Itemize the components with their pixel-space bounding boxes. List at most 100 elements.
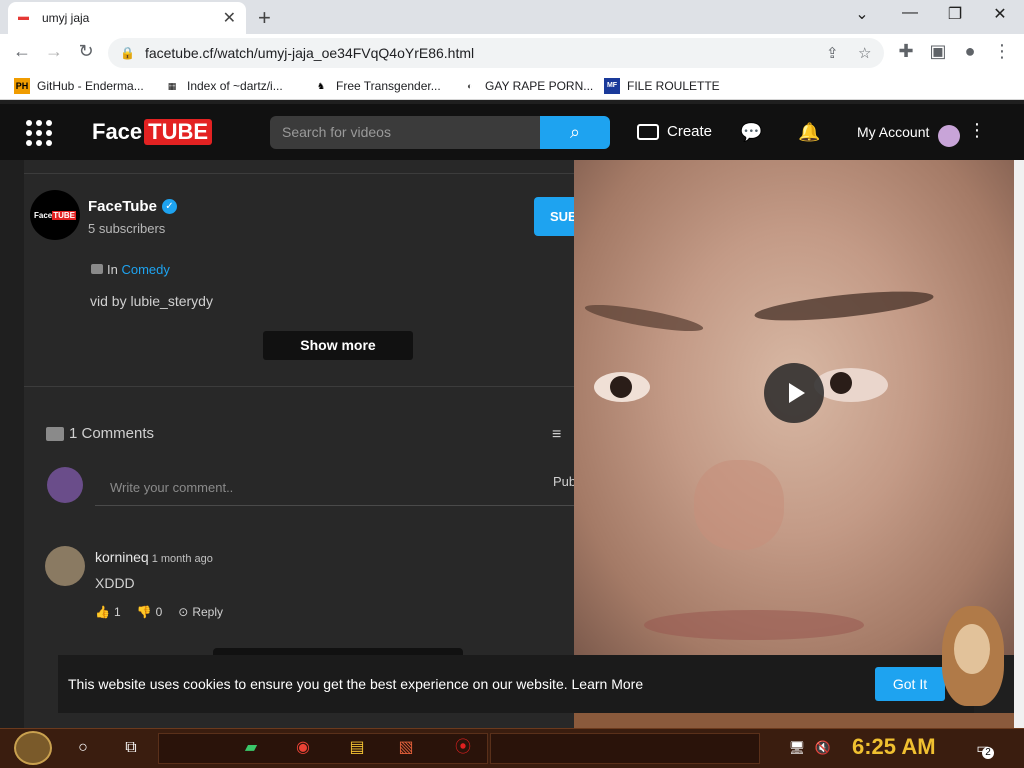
profile-icon[interactable]: ●: [958, 41, 982, 62]
chat-app-icon[interactable]: ▰: [240, 737, 262, 759]
file-explorer-icon[interactable]: ▤: [346, 737, 368, 759]
apps-grid-icon[interactable]: [26, 120, 52, 146]
publish-button[interactable]: Pub: [553, 474, 576, 489]
dislike-count: 0: [155, 605, 163, 619]
bookmark-item[interactable]: ▦ Index of ~dartz/i...: [164, 78, 283, 94]
taskbar-empty: [490, 733, 760, 764]
task-view-icon[interactable]: ⧉: [120, 737, 142, 759]
restore-icon[interactable]: ❐: [935, 4, 975, 24]
thumbs-down-icon: 👎: [136, 605, 152, 619]
bookmark-item[interactable]: ◐ GAY RAPE PORN...: [462, 78, 593, 94]
account-avatar[interactable]: [938, 125, 960, 147]
comment-actions: 👍 1 👎 0 ⊙ Reply: [95, 605, 223, 619]
bookmark-star-icon[interactable]: ☆: [858, 44, 871, 62]
search-input[interactable]: Search for videos: [270, 116, 540, 149]
bookmarks-bar: PH GitHub - Enderma... ▦ Index of ~dartz…: [0, 72, 1024, 100]
comment-text: XDDD: [95, 575, 135, 591]
video-description: vid by lubie_sterydy: [90, 293, 213, 309]
messages-icon[interactable]: 💬: [740, 122, 762, 143]
forward-icon[interactable]: →: [42, 41, 66, 62]
site-logo[interactable]: Face TUBE: [92, 119, 213, 145]
dislike-button[interactable]: 👎 0: [137, 605, 163, 619]
bookmark-label: Index of ~dartz/i...: [187, 79, 283, 93]
browser-toolbar: ← → ↻ 🔒 facetube.cf/watch/umyj-jaja_oe34…: [0, 34, 1024, 72]
new-tab-icon[interactable]: +: [258, 5, 271, 31]
volume-muted-icon[interactable]: 🔇: [812, 737, 834, 759]
sort-icon[interactable]: ≡: [552, 426, 561, 444]
scrollbar[interactable]: [1014, 160, 1024, 728]
search-button[interactable]: ⌕: [540, 116, 610, 149]
bookmark-icon: MF: [604, 78, 620, 94]
reply-button[interactable]: ⊙ Reply: [178, 605, 223, 619]
category-link[interactable]: Comedy: [121, 262, 169, 277]
channel-avatar[interactable]: Face TUBE: [30, 190, 80, 240]
extensions-icon[interactable]: ✚: [894, 41, 918, 62]
logo-tube-text: TUBE: [144, 119, 213, 145]
like-count: 1: [113, 605, 121, 619]
address-bar[interactable]: 🔒 facetube.cf/watch/umyj-jaja_oe34FVqQ4o…: [108, 38, 884, 68]
my-account-link[interactable]: My Account: [857, 124, 929, 140]
comment-time: 1 month ago: [151, 553, 213, 565]
notifications-icon[interactable]: 🔔: [798, 122, 820, 143]
taskbar-apps: [158, 733, 488, 764]
document-app-icon[interactable]: ▧: [395, 737, 417, 759]
comment-input[interactable]: Write your comment..: [95, 480, 574, 506]
camera-icon: [637, 123, 659, 140]
lock-icon: 🔒: [120, 46, 135, 60]
network-icon[interactable]: 🖥: [786, 737, 808, 759]
bookmark-icon: PH: [14, 78, 30, 94]
bookmark-label: FILE ROULETTE: [627, 79, 720, 93]
taskbar-clock[interactable]: 6:25 AM: [852, 734, 936, 760]
favicon-icon: ▬: [18, 11, 29, 23]
thumbs-up-icon: 👍: [95, 605, 110, 619]
back-icon[interactable]: ←: [10, 41, 34, 62]
chrome-icon[interactable]: ◉: [292, 737, 314, 759]
reply-label: Reply: [192, 605, 224, 619]
notification-count: 2: [982, 747, 994, 759]
search-icon: ⌕: [569, 122, 581, 142]
comment-author: kornineq 1 month ago: [95, 549, 213, 565]
browser-tab[interactable]: ▬ umyj jaja ✕: [8, 2, 246, 34]
cookie-accept-button[interactable]: Got It: [875, 667, 945, 701]
bookmark-icon: ♞: [316, 81, 326, 91]
reply-icon: ⊙: [178, 605, 189, 619]
tag-icon: [91, 264, 103, 274]
subscriber-count: 5 subscribers: [88, 221, 166, 236]
comment-username[interactable]: kornineq: [95, 549, 149, 565]
cortana-icon[interactable]: ○: [72, 737, 94, 759]
menu-icon[interactable]: ⋮: [990, 41, 1014, 62]
show-more-button[interactable]: Show more: [263, 331, 413, 360]
create-button[interactable]: Create: [637, 123, 712, 140]
video-edge: [574, 713, 1014, 728]
category-prefix: In: [107, 262, 118, 277]
bookmark-item[interactable]: PH GitHub - Enderma...: [14, 78, 144, 94]
bookmark-icon: ▦: [167, 81, 177, 91]
bookmark-label: GitHub - Enderma...: [37, 79, 144, 93]
play-icon[interactable]: [764, 363, 824, 423]
bookmark-item[interactable]: ♞ Free Transgender...: [313, 78, 441, 94]
create-label: Create: [667, 123, 713, 140]
more-options-icon[interactable]: ⋮: [968, 120, 986, 141]
bookmark-item[interactable]: MF FILE ROULETTE: [604, 78, 720, 94]
reload-icon[interactable]: ↻: [74, 41, 98, 62]
comments-icon: [46, 426, 64, 441]
url-text: facetube.cf/watch/umyj-jaja_oe34FVqQ4oYr…: [144, 45, 475, 61]
divider: [24, 386, 574, 387]
browser-tabstrip: ▬ umyj jaja ✕ + ⌄ — ❐ ✕: [0, 0, 1024, 34]
channel-name[interactable]: FaceTube: [88, 198, 157, 215]
close-tab-icon[interactable]: ✕: [223, 8, 236, 28]
commenter-avatar[interactable]: [45, 546, 85, 586]
close-window-icon[interactable]: ✕: [980, 4, 1020, 24]
site-header: Face TUBE Search for videos ⌕ Create 💬 🔔…: [0, 104, 1024, 160]
bookmark-label: GAY RAPE PORN...: [485, 79, 594, 93]
subscribe-button[interactable]: SUB: [534, 197, 574, 236]
sidepanel-icon[interactable]: ▣: [926, 41, 950, 62]
share-icon[interactable]: ⇪: [826, 44, 839, 62]
like-button[interactable]: 👍 1: [95, 605, 121, 619]
record-icon[interactable]: ⦿: [452, 737, 474, 759]
tab-search-icon[interactable]: ⌄: [842, 4, 882, 24]
minimize-icon[interactable]: —: [890, 4, 930, 22]
divider: [24, 173, 574, 174]
start-button[interactable]: [14, 731, 52, 765]
tab-title: umyj jaja: [42, 11, 90, 25]
